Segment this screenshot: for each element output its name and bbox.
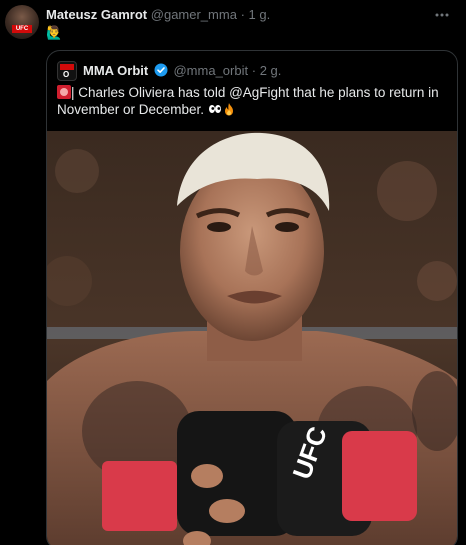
- rotating-light-icon: [57, 85, 71, 99]
- post-header: Mateusz Gamrot @gamer_mma · 1 g.: [46, 6, 426, 24]
- author-name[interactable]: Mateusz Gamrot: [46, 7, 147, 22]
- fire-icon: [222, 102, 236, 116]
- post-time[interactable]: 1 g.: [249, 7, 271, 22]
- post[interactable]: UFC Mateusz Gamrot @gamer_mma · 1 g. 🙋‍♂…: [0, 0, 466, 545]
- post-body-emoji: 🙋‍♂️: [46, 25, 63, 40]
- quoted-media-image[interactable]: UFC: [47, 131, 457, 545]
- eyes-icon: [208, 102, 222, 116]
- header-separator: ·: [240, 7, 245, 22]
- quoted-post-time[interactable]: 2 g.: [260, 63, 282, 78]
- quoted-author-avatar[interactable]: O: [57, 61, 77, 81]
- quoted-author-handle[interactable]: @mma_orbit: [173, 63, 248, 78]
- post-body: 🙋‍♂️: [46, 24, 62, 42]
- more-horizontal-svg: [435, 13, 449, 17]
- author-avatar[interactable]: UFC: [5, 5, 39, 39]
- verified-badge-icon: [154, 63, 168, 77]
- quoted-post[interactable]: O MMA Orbit @mma_orbit · 2 g. | Charles …: [46, 50, 458, 545]
- fighter-photo: UFC: [47, 131, 457, 545]
- quoted-author-name[interactable]: MMA Orbit: [83, 63, 148, 78]
- avatar-ufc-tag: UFC: [12, 25, 32, 33]
- quoted-header-separator: ·: [251, 63, 257, 78]
- quoted-text-block: | Charles Oliviera has told @AgFight tha…: [57, 84, 449, 118]
- quoted-text: | Charles Oliviera has told @AgFight tha…: [57, 85, 439, 117]
- quoted-header: MMA Orbit @mma_orbit · 2 g.: [83, 62, 281, 80]
- more-horizontal-icon[interactable]: [432, 6, 452, 24]
- author-handle[interactable]: @gamer_mma: [151, 7, 237, 22]
- quoted-avatar-label: O: [63, 70, 70, 79]
